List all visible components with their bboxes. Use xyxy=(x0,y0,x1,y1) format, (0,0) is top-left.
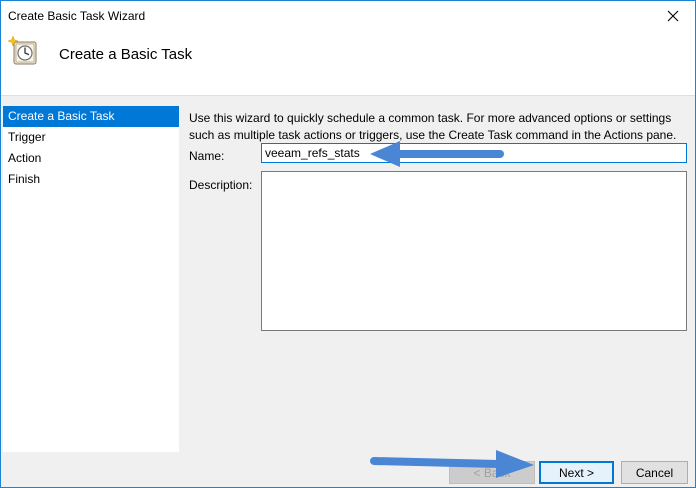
name-input[interactable] xyxy=(261,143,687,163)
wizard-steps-nav: Create a Basic Task Trigger Action Finis… xyxy=(3,106,179,452)
description-textarea[interactable] xyxy=(261,171,687,331)
step-create-basic-task[interactable]: Create a Basic Task xyxy=(3,106,179,127)
wizard-body: Create a Basic Task Trigger Action Finis… xyxy=(1,96,695,452)
intro-text: Use this wizard to quickly schedule a co… xyxy=(189,111,677,142)
step-finish[interactable]: Finish xyxy=(3,169,179,190)
window-title: Create Basic Task Wizard xyxy=(8,9,146,23)
next-button[interactable]: Next > xyxy=(539,461,614,484)
wizard-header: Create a Basic Task xyxy=(1,31,695,96)
step-trigger[interactable]: Trigger xyxy=(3,127,179,148)
wizard-window: Create Basic Task Wizard Create a Basic … xyxy=(0,0,696,488)
name-label: Name: xyxy=(189,149,225,163)
cancel-button[interactable]: Cancel xyxy=(621,461,688,484)
description-label: Description: xyxy=(189,178,253,192)
wizard-footer: < Back Next > Cancel xyxy=(1,452,695,487)
close-button[interactable] xyxy=(651,1,695,31)
close-icon xyxy=(667,10,679,22)
page-title: Create a Basic Task xyxy=(59,46,193,63)
back-button[interactable]: < Back xyxy=(449,461,535,484)
task-scheduler-clock-icon xyxy=(8,35,37,65)
step-action[interactable]: Action xyxy=(3,148,179,169)
title-bar[interactable]: Create Basic Task Wizard xyxy=(1,1,695,31)
